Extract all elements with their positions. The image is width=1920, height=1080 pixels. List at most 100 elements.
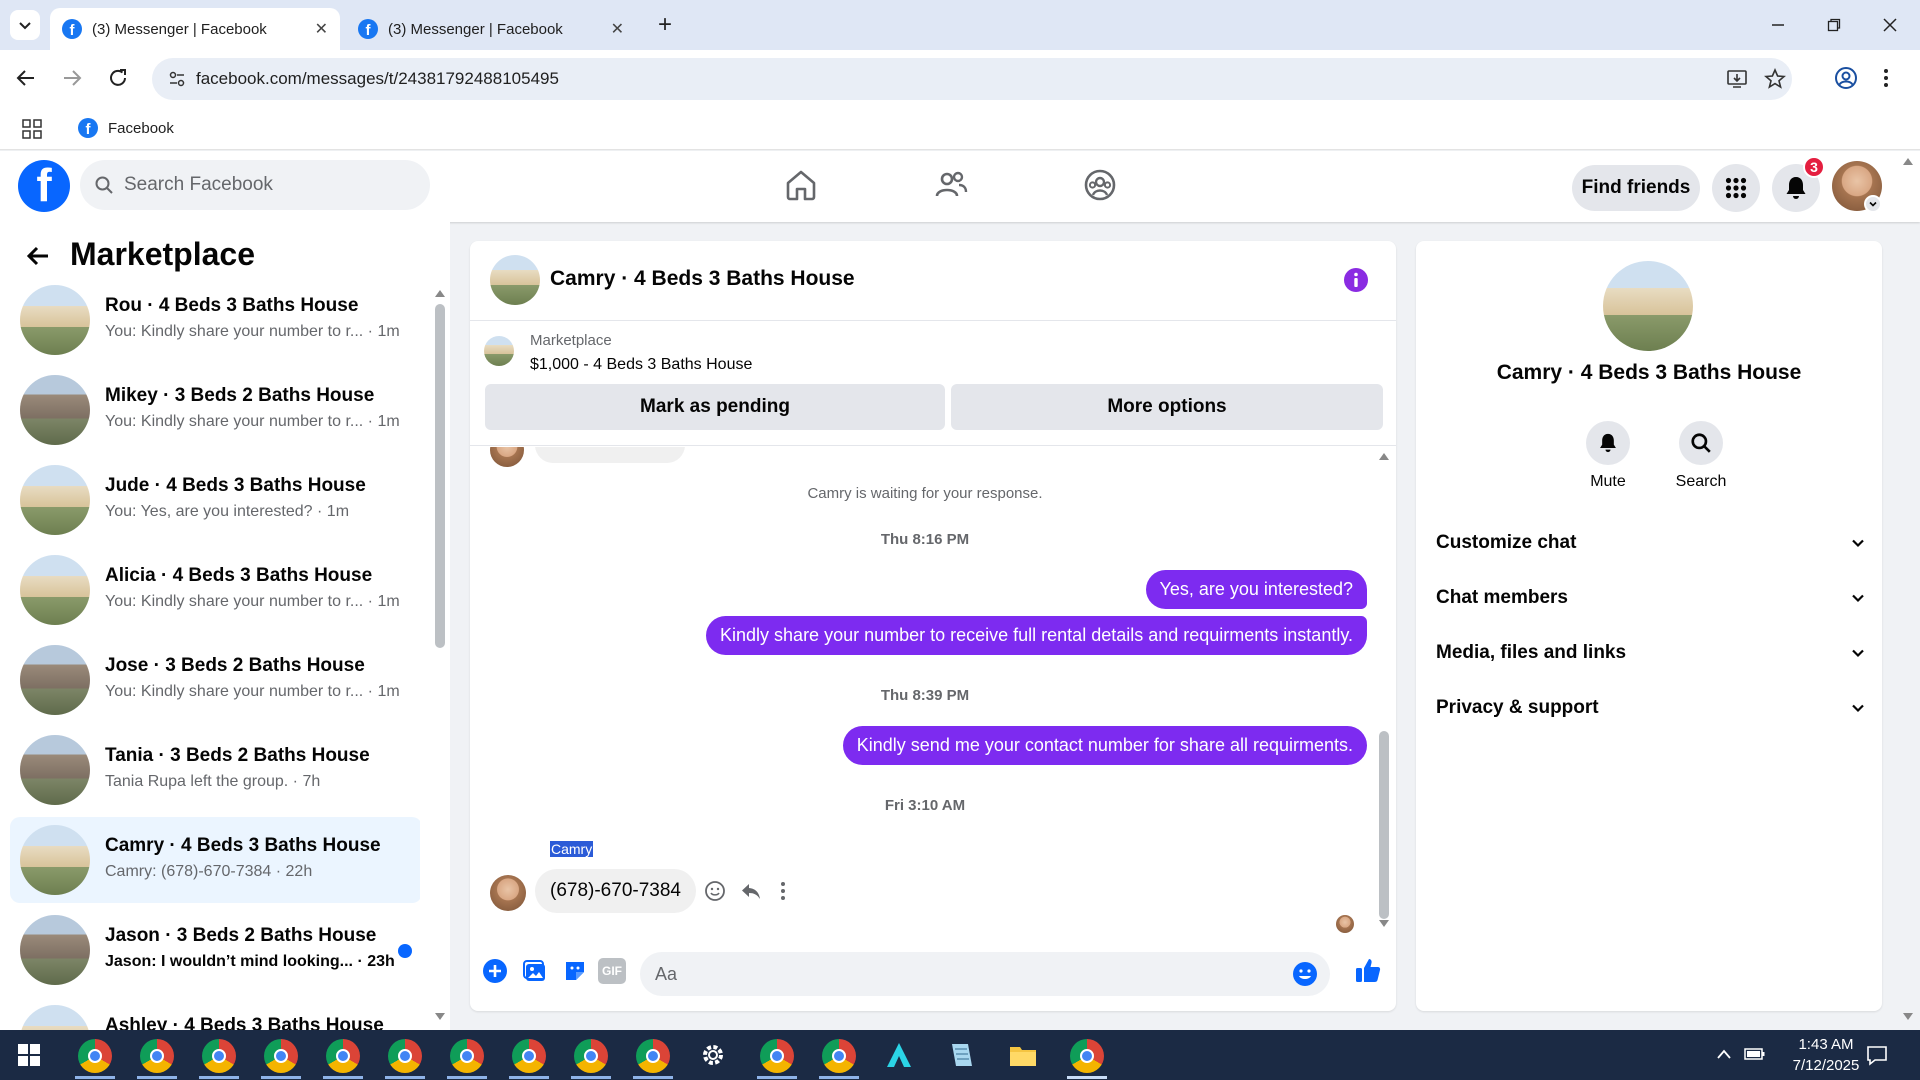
chat-title[interactable]: Camry · 4 Beds 3 Baths House <box>550 267 855 291</box>
browser-menu-button[interactable] <box>1882 66 1890 90</box>
minimize-window-button[interactable] <box>1758 10 1798 40</box>
conversation-item-selected[interactable]: Camry · 4 Beds 3 Baths House Camry: (678… <box>10 817 420 903</box>
more-options-button[interactable]: More options <box>951 384 1383 430</box>
customize-chat-section[interactable]: Customize chat <box>1436 523 1866 563</box>
sidebar-scroll-down[interactable] <box>434 1012 446 1022</box>
chrome-taskbar-icon[interactable] <box>326 1039 360 1073</box>
search-in-conversation-button[interactable] <box>1679 421 1723 465</box>
menu-button[interactable] <box>1712 164 1760 212</box>
chrome-taskbar-icon[interactable] <box>78 1039 112 1073</box>
chrome-taskbar-icon[interactable] <box>140 1039 174 1073</box>
address-bar[interactable]: facebook.com/messages/t/2438179248810549… <box>152 58 1792 100</box>
chrome-taskbar-icon[interactable] <box>512 1039 546 1073</box>
conversation-item[interactable]: Jason · 3 Beds 2 Baths House Jason: I wo… <box>10 907 420 993</box>
close-tab-icon[interactable]: ✕ <box>315 19 328 39</box>
chrome-taskbar-icon[interactable] <box>574 1039 608 1073</box>
mute-button[interactable] <box>1586 421 1630 465</box>
conversation-item[interactable]: Alicia · 4 Beds 3 Baths House You: Kindl… <box>10 547 420 633</box>
conversation-item[interactable]: Ashley · 4 Beds 3 Baths House <box>10 997 420 1030</box>
page-scroll-down[interactable] <box>1902 1012 1916 1024</box>
site-info-icon[interactable] <box>168 70 186 88</box>
show-hidden-icons-button[interactable] <box>1716 1048 1732 1060</box>
emoji-icon[interactable] <box>1292 961 1318 987</box>
chrome-taskbar-icon[interactable] <box>202 1039 236 1073</box>
nav-friends[interactable] <box>934 168 968 202</box>
chat-scroll-down[interactable] <box>1378 919 1390 929</box>
chrome-taskbar-icon[interactable] <box>760 1039 794 1073</box>
message-more-button[interactable] <box>780 880 786 902</box>
reload-button[interactable] <box>106 66 130 90</box>
close-window-button[interactable] <box>1870 10 1910 40</box>
new-tab-button[interactable]: + <box>650 10 680 40</box>
chat-scroll-up[interactable] <box>1378 451 1390 461</box>
listing-thumbnail[interactable] <box>484 336 514 366</box>
send-like-button[interactable] <box>1354 956 1382 984</box>
tab-search-button[interactable] <box>10 10 40 40</box>
mark-as-pending-button[interactable]: Mark as pending <box>485 384 945 430</box>
outgoing-message[interactable]: Yes, are you interested? <box>1145 570 1367 609</box>
incoming-message[interactable]: (678)-670-7384 <box>535 869 696 913</box>
conversation-info-button[interactable] <box>1343 267 1369 293</box>
forward-button[interactable] <box>60 66 84 90</box>
chrome-taskbar-icon[interactable] <box>264 1039 298 1073</box>
browser-tab[interactable]: f (3) Messenger | Facebook ✕ <box>346 8 636 50</box>
reply-button[interactable] <box>740 880 762 902</box>
media-files-links-section[interactable]: Media, files and links <box>1436 633 1866 673</box>
page-scroll-up[interactable] <box>1902 156 1916 168</box>
sidebar-scrollbar-thumb[interactable] <box>435 304 445 648</box>
restore-window-button[interactable] <box>1814 10 1854 40</box>
chrome-taskbar-icon[interactable] <box>822 1039 856 1073</box>
chrome-taskbar-icon[interactable] <box>636 1039 670 1073</box>
close-tab-icon[interactable]: ✕ <box>611 19 624 39</box>
account-menu-chevron[interactable] <box>1864 195 1882 213</box>
conversation-item[interactable]: Jude · 4 Beds 3 Baths House You: Yes, ar… <box>10 457 420 543</box>
install-app-icon[interactable] <box>1726 68 1748 90</box>
privacy-support-section[interactable]: Privacy & support <box>1436 688 1866 728</box>
bookmarks-bar: f Facebook <box>0 108 1920 150</box>
back-button[interactable] <box>24 242 52 270</box>
facebook-search-input[interactable]: Search Facebook <box>80 160 430 210</box>
chat-scrollbar-thumb[interactable] <box>1379 731 1389 919</box>
nav-home[interactable] <box>784 168 818 202</box>
outgoing-message[interactable]: Kindly share your number to receive full… <box>706 616 1367 655</box>
facebook-logo[interactable]: f <box>18 160 70 212</box>
gif-button[interactable]: GIF <box>598 958 626 984</box>
bookmark-facebook[interactable]: f Facebook <box>78 118 174 138</box>
chat-members-section[interactable]: Chat members <box>1436 578 1866 618</box>
listing-title[interactable]: $1,000 - 4 Beds 3 Baths House <box>530 356 752 374</box>
find-friends-button[interactable]: Find friends <box>1572 165 1700 211</box>
browser-tab-active[interactable]: f (3) Messenger | Facebook ✕ <box>50 8 340 50</box>
chat-avatar[interactable] <box>490 255 540 305</box>
profile-button[interactable] <box>1834 66 1858 90</box>
more-actions-button[interactable] <box>482 958 508 984</box>
react-button[interactable] <box>704 880 726 902</box>
bookmark-star-icon[interactable] <box>1764 68 1786 90</box>
nav-groups[interactable] <box>1083 168 1117 202</box>
info-avatar[interactable] <box>1603 261 1693 351</box>
sender-avatar[interactable] <box>490 875 526 911</box>
attach-photo-button[interactable] <box>522 958 548 984</box>
notification-center-button[interactable] <box>1866 1044 1888 1066</box>
sidebar-scroll-up[interactable] <box>434 288 446 298</box>
chrome-taskbar-icon-active[interactable] <box>1070 1039 1104 1073</box>
chrome-taskbar-icon[interactable] <box>388 1039 422 1073</box>
apps-button[interactable] <box>22 119 42 139</box>
chrome-taskbar-icon[interactable] <box>450 1039 484 1073</box>
mute-action[interactable]: Mute <box>1578 421 1638 491</box>
settings-taskbar-icon[interactable] <box>698 1040 728 1070</box>
back-button[interactable] <box>14 66 38 90</box>
outgoing-message[interactable]: Kindly send me your contact number for s… <box>842 726 1367 765</box>
file-explorer-taskbar-icon[interactable] <box>1008 1040 1038 1070</box>
conversation-preview: You: Kindly share your number to r... · … <box>105 413 400 430</box>
search-action[interactable]: Search <box>1666 421 1736 491</box>
message-input[interactable]: Aa <box>640 952 1330 996</box>
app-taskbar-icon[interactable] <box>884 1040 914 1070</box>
sticker-button[interactable] <box>562 958 588 984</box>
conversation-item[interactable]: Jose · 3 Beds 2 Baths House You: Kindly … <box>10 637 420 723</box>
start-button[interactable] <box>18 1044 40 1066</box>
conversation-item[interactable]: Tania · 3 Beds 2 Baths House Tania Rupa … <box>10 727 420 813</box>
conversation-item[interactable]: Rou · 4 Beds 3 Baths House You: Kindly s… <box>10 277 420 363</box>
battery-status[interactable] <box>1744 1046 1766 1062</box>
notepad-taskbar-icon[interactable] <box>946 1040 976 1070</box>
conversation-item[interactable]: Mikey · 3 Beds 2 Baths House You: Kindly… <box>10 367 420 453</box>
